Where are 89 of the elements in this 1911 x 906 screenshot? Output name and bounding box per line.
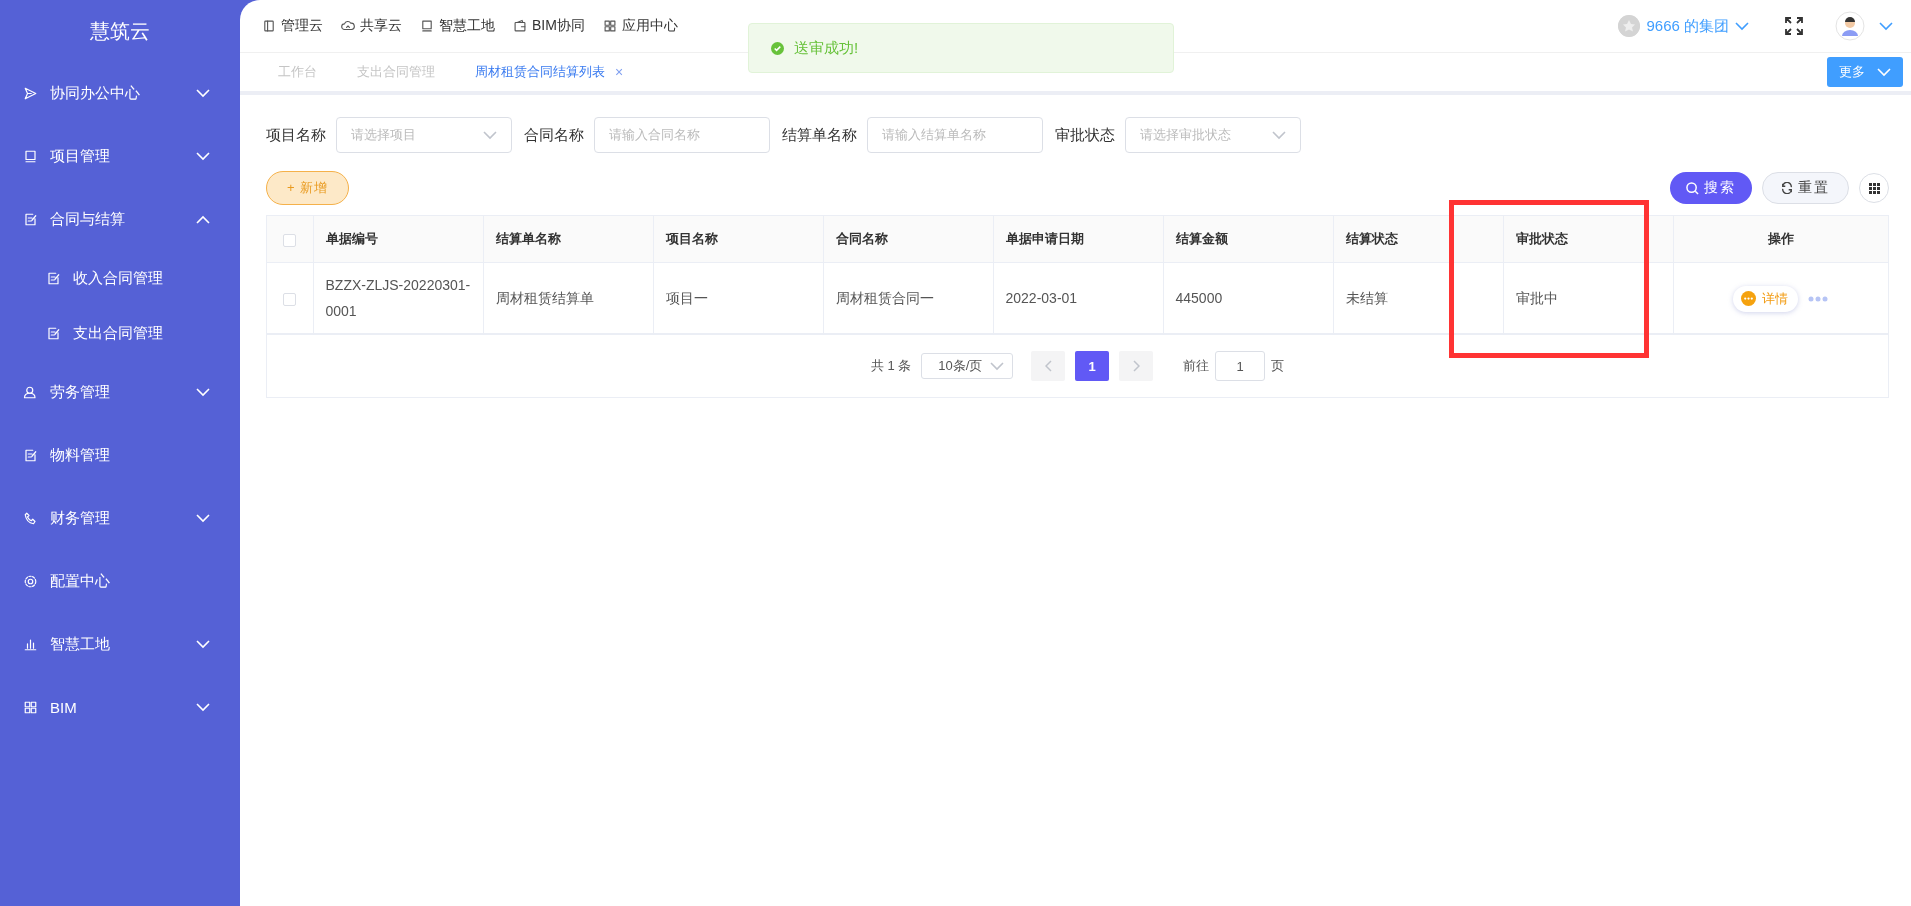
column-header: 操作 bbox=[1673, 216, 1888, 263]
organization-name[interactable]: 9666 的集团 bbox=[1646, 16, 1729, 36]
refresh-icon bbox=[1781, 182, 1793, 194]
column-header: 单据申请日期 bbox=[993, 216, 1163, 263]
sidebar-item[interactable]: 劳务管理 bbox=[0, 361, 240, 424]
edit-icon bbox=[23, 212, 38, 227]
fullscreen-icon[interactable] bbox=[1785, 17, 1803, 35]
sidebar-item[interactable]: 物料管理 bbox=[0, 424, 240, 487]
reset-button[interactable]: 重置 bbox=[1762, 172, 1849, 204]
top-nav-item[interactable]: BIM协同 bbox=[513, 17, 585, 35]
table-cell: 周材租赁合同一 bbox=[823, 262, 993, 334]
book-icon bbox=[420, 19, 434, 33]
gear-icon bbox=[23, 574, 38, 589]
checkbox[interactable] bbox=[283, 292, 297, 306]
page-suffix: 页 bbox=[1271, 357, 1285, 375]
page-input[interactable]: 1 bbox=[1215, 351, 1266, 381]
chevron-down-icon bbox=[483, 130, 497, 140]
goto-label: 前往 bbox=[1183, 357, 1210, 375]
previous-page-button[interactable] bbox=[1031, 351, 1066, 381]
tab[interactable]: 周材租赁合同结算列表 × bbox=[455, 63, 644, 81]
checkbox[interactable] bbox=[283, 233, 297, 247]
organization-logo-icon bbox=[1618, 15, 1641, 37]
book-icon bbox=[23, 149, 38, 164]
panel-icon bbox=[262, 19, 276, 33]
column-header: 合同名称 bbox=[823, 216, 993, 263]
check-circle-icon bbox=[771, 41, 784, 55]
filter-label: 合同名称 bbox=[524, 125, 584, 145]
search-button[interactable]: 搜索 bbox=[1670, 172, 1752, 204]
page-size-select[interactable]: 10条/页 bbox=[921, 353, 1014, 379]
table-cell: 未结算 bbox=[1333, 262, 1503, 334]
chevron-down-icon bbox=[1735, 21, 1749, 31]
table-cell: 项目一 bbox=[653, 262, 823, 334]
more-button[interactable]: 更多 bbox=[1827, 57, 1903, 87]
sidebar-item[interactable]: 项目管理 bbox=[0, 125, 240, 188]
edit-icon bbox=[46, 271, 61, 286]
table-cell: 445000 bbox=[1163, 262, 1333, 334]
dots-icon bbox=[1741, 291, 1757, 307]
top-nav-item[interactable]: 共享云 bbox=[341, 17, 402, 35]
column-header: 审批状态 bbox=[1503, 216, 1673, 263]
bar-chart-icon bbox=[23, 637, 38, 652]
toast-text: 送审成功! bbox=[794, 38, 859, 58]
search-icon bbox=[1686, 181, 1699, 195]
sidebar-item[interactable]: 财务管理 bbox=[0, 487, 240, 550]
user-avatar-icon[interactable] bbox=[1835, 11, 1865, 41]
chevron-left-icon bbox=[1044, 360, 1052, 372]
table-cell: BZZX-ZLJS-20220301-0001 bbox=[313, 262, 483, 334]
page-number-button[interactable]: 1 bbox=[1075, 351, 1110, 381]
table-cell: 周材租赁结算单 bbox=[483, 262, 653, 334]
filter-label: 结算单名称 bbox=[782, 125, 857, 145]
chevron-down-icon bbox=[1877, 67, 1891, 77]
sidebar-subitem[interactable]: 支出合同管理 bbox=[0, 306, 240, 361]
phone-icon bbox=[23, 511, 38, 526]
close-icon[interactable]: × bbox=[615, 64, 624, 80]
total-count: 共 1 条 bbox=[870, 357, 912, 375]
column-header: 结算金额 bbox=[1163, 216, 1333, 263]
column-settings-button[interactable] bbox=[1859, 173, 1889, 203]
chevron-down-icon bbox=[1272, 130, 1286, 140]
sidebar-subitem[interactable]: 收入合同管理 bbox=[0, 251, 240, 306]
table-cell: 审批中 bbox=[1503, 262, 1673, 334]
chevron-down-icon bbox=[990, 361, 1005, 371]
person-icon bbox=[23, 385, 38, 400]
grid-icon bbox=[1868, 182, 1880, 194]
wallet-icon bbox=[513, 19, 527, 33]
column-header: 结算单名称 bbox=[483, 216, 653, 263]
column-header: 单据编号 bbox=[313, 216, 483, 263]
app-title: 慧筑云 bbox=[90, 18, 150, 44]
edit-icon bbox=[23, 448, 38, 463]
sidebar-item[interactable]: 配置中心 bbox=[0, 550, 240, 613]
grid-icon bbox=[23, 700, 38, 715]
next-page-button[interactable] bbox=[1119, 351, 1154, 381]
chevron-down-icon bbox=[1879, 21, 1893, 31]
sidebar-item[interactable]: 合同与结算 bbox=[0, 188, 240, 251]
sidebar-item[interactable]: 协同办公中心 bbox=[0, 62, 240, 125]
top-nav-item[interactable]: 智慧工地 bbox=[420, 17, 495, 35]
cloud-icon bbox=[341, 19, 355, 33]
column-header: 结算状态 bbox=[1333, 216, 1503, 263]
send-icon bbox=[23, 86, 38, 101]
column-header: 项目名称 bbox=[653, 216, 823, 263]
grid-icon bbox=[602, 19, 617, 33]
more-icon[interactable] bbox=[1808, 295, 1829, 302]
edit-icon bbox=[46, 326, 61, 341]
top-nav-item[interactable]: 管理云 bbox=[262, 17, 323, 35]
sidebar-item[interactable]: 智慧工地 bbox=[0, 613, 240, 676]
top-nav-item[interactable]: 应用中心 bbox=[602, 17, 678, 35]
table-cell: 2022-03-01 bbox=[993, 262, 1163, 334]
chevron-right-icon bbox=[1132, 360, 1140, 372]
filter-label: 审批状态 bbox=[1055, 125, 1115, 145]
filter-label: 项目名称 bbox=[266, 125, 326, 145]
sidebar-item[interactable]: BIM bbox=[0, 676, 240, 739]
